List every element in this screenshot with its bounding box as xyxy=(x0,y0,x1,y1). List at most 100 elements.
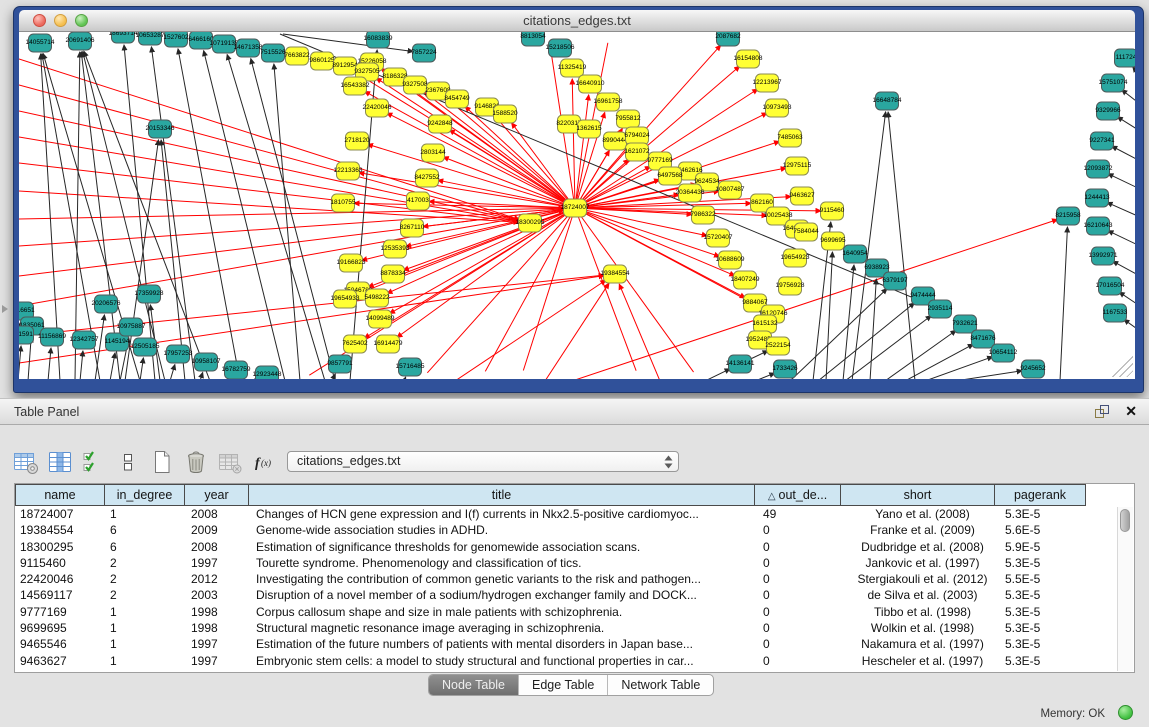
table-cell: 5.6E-5 xyxy=(1000,522,1092,538)
close-panel-button[interactable]: ✕ xyxy=(1125,403,1137,420)
network-node-label: 16640910 xyxy=(576,80,605,87)
network-node-label: 7485063 xyxy=(777,134,803,141)
table-row[interactable]: 977716911998Corpus callosum shape and si… xyxy=(15,604,1118,620)
rows-icon[interactable] xyxy=(114,449,141,476)
network-edge xyxy=(619,284,660,379)
table-panel-header: Table Panel ✕ xyxy=(0,398,1149,425)
column-header-pagerank[interactable]: pagerank xyxy=(994,484,1086,506)
network-edge xyxy=(1108,174,1135,189)
table-cell: 2003 xyxy=(186,587,251,603)
network-node-label: 2803144 xyxy=(420,149,446,156)
network-edge xyxy=(1133,67,1135,76)
table-row[interactable]: 1830029562008Estimation of significance … xyxy=(15,539,1118,555)
panel-collapse-arrow-icon[interactable] xyxy=(2,305,8,313)
network-edge xyxy=(826,252,832,379)
network-node-label: 16154808 xyxy=(734,55,763,62)
new-document-icon[interactable] xyxy=(148,449,175,476)
column-header-out_de[interactable]: △out_de... xyxy=(754,484,841,506)
table-row[interactable]: 911546021997Tourette syndrome. Phenomeno… xyxy=(15,555,1118,571)
table-cell: 2 xyxy=(105,587,186,603)
column-header-in_degree[interactable]: in_degree xyxy=(104,484,185,506)
network-node-label: 7986322 xyxy=(690,211,716,218)
column-header-short[interactable]: short xyxy=(840,484,995,506)
network-window-titlebar[interactable]: citations_edges.txt xyxy=(19,10,1135,32)
table-cell: Nakamura et al. (1997) xyxy=(845,636,1000,652)
column-header-year[interactable]: year xyxy=(184,484,249,506)
network-node-label: 9463627 xyxy=(789,192,815,199)
table-cell: 22420046 xyxy=(15,571,105,587)
tab-edge-table[interactable]: Edge Table xyxy=(519,675,608,695)
table-row[interactable]: 2242004622012Investigating the contribut… xyxy=(15,571,1118,587)
scrollbar-thumb[interactable] xyxy=(1120,509,1130,532)
table-cell: 0 xyxy=(758,571,845,587)
table-body: 1872400712008Changes of HCN gene express… xyxy=(15,506,1118,672)
network-node-label: 9474444 xyxy=(910,292,936,299)
network-node-label: 22420046 xyxy=(363,104,392,111)
network-node-label: 10973493 xyxy=(763,104,792,111)
table-settings-icon[interactable] xyxy=(12,449,39,476)
network-node-label: 8878334 xyxy=(380,270,406,277)
table-cell: 2008 xyxy=(186,539,251,555)
network-canvas[interactable]: 1405571420691406186937141065328715276026… xyxy=(19,32,1135,379)
column-header-title[interactable]: title xyxy=(248,484,755,506)
network-edge xyxy=(368,144,575,208)
function-builder-icon[interactable]: f(x) xyxy=(250,449,277,476)
table-cell: 1 xyxy=(105,620,186,636)
network-node-label: 12213967 xyxy=(753,79,782,86)
network-node-label: 2087682 xyxy=(715,33,741,40)
table-cell: 5.9E-5 xyxy=(1000,539,1092,555)
network-node-label: 14136141 xyxy=(726,360,755,367)
table-cell: 5.5E-5 xyxy=(1000,571,1092,587)
network-node-label: 16210643 xyxy=(1084,222,1113,229)
network-node-label: 19756928 xyxy=(776,282,805,289)
table-cell: 2 xyxy=(105,571,186,587)
table-row[interactable]: 969969511998Structural magnetic resonanc… xyxy=(15,620,1118,636)
network-node-label: 12535393 xyxy=(381,245,410,252)
show-columns-icon[interactable] xyxy=(46,449,73,476)
table-selector-dropdown[interactable]: citations_edges.txt xyxy=(287,451,679,472)
table-row[interactable]: 946554611997Estimation of the future num… xyxy=(15,636,1118,652)
vertical-scrollbar[interactable] xyxy=(1117,507,1133,671)
network-edge xyxy=(110,353,115,379)
table-cell: 1998 xyxy=(186,604,251,620)
network-edge xyxy=(755,373,775,379)
table-cell: 1997 xyxy=(186,653,251,669)
table-cell: 9465546 xyxy=(15,636,105,652)
select-attributes-icon[interactable] xyxy=(80,449,107,476)
network-edge xyxy=(925,357,993,379)
table-row[interactable]: 1456911722003Disruption of a novel membe… xyxy=(15,587,1118,603)
tab-network-table[interactable]: Network Table xyxy=(608,675,713,695)
table-cell: Investigating the contribution of common… xyxy=(251,571,758,587)
network-node-label: 7584044 xyxy=(793,228,819,235)
float-panel-button[interactable] xyxy=(1094,404,1111,425)
table-cell: 0 xyxy=(758,636,845,652)
table-cell: 6 xyxy=(105,522,186,538)
network-node-label: 10654112 xyxy=(989,349,1018,356)
table-row[interactable]: 1872400712008Changes of HCN gene express… xyxy=(15,506,1118,522)
network-node-label: 9227341 xyxy=(1089,137,1115,144)
network-node-label: 20691406 xyxy=(66,37,95,44)
dropdown-stepper-icon xyxy=(663,454,674,476)
status-bar: Memory: OK xyxy=(0,700,1149,727)
network-node-label: 8454749 xyxy=(444,95,470,102)
table-row[interactable]: 946362711997Embryonic stem cells: a mode… xyxy=(15,653,1118,669)
network-node-label: 1167533 xyxy=(1103,309,1128,316)
delete-table-icon[interactable] xyxy=(182,449,209,476)
network-edge xyxy=(545,283,609,379)
network-edge xyxy=(140,358,143,379)
network-node-label: 12093872 xyxy=(1084,165,1113,172)
network-edge xyxy=(572,219,1058,379)
network-edge xyxy=(905,344,973,379)
table-cell: 14569117 xyxy=(15,587,105,603)
column-header-name[interactable]: name xyxy=(15,484,105,506)
table-row[interactable]: 1938455462009Genome-wide association stu… xyxy=(15,522,1118,538)
network-node-label: 6794024 xyxy=(624,132,650,139)
import-table-icon[interactable] xyxy=(216,449,243,476)
network-edge xyxy=(95,315,104,379)
memory-indicator-dot[interactable] xyxy=(1118,705,1133,720)
network-node-label: 6497568 xyxy=(657,172,683,179)
network-node-label: 2516651 xyxy=(19,307,35,314)
network-node-label: 1733426 xyxy=(772,365,798,372)
tab-node-table[interactable]: Node Table xyxy=(429,675,519,695)
network-node-label: 6938923 xyxy=(864,264,890,271)
